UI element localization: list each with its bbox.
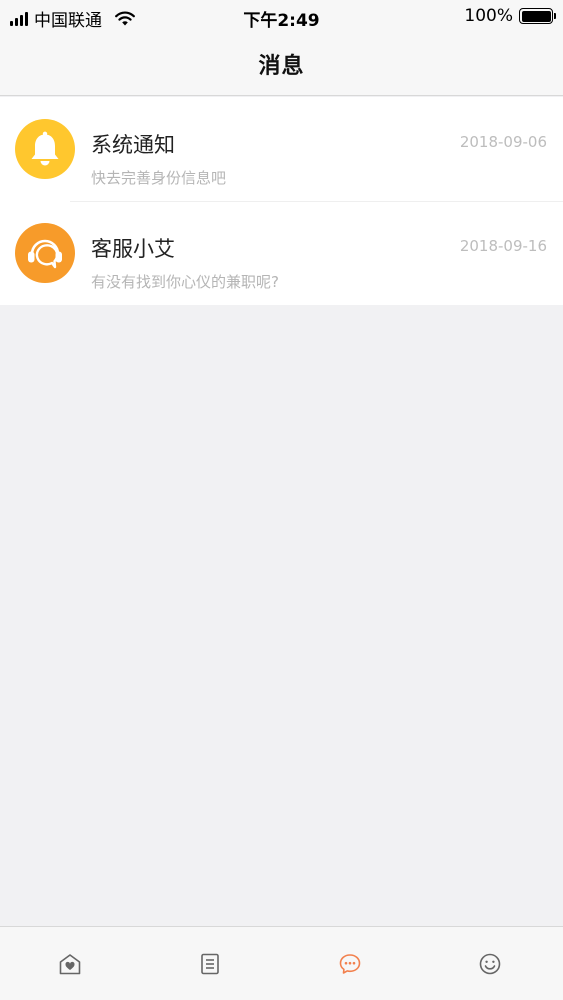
document-icon	[197, 951, 223, 977]
message-item-customer-service[interactable]: 客服小艾 有没有找到你心仪的兼职呢? 2018-09-16	[0, 201, 563, 305]
message-date: 2018-09-16	[459, 237, 547, 255]
tab-documents[interactable]	[140, 927, 280, 1000]
tab-profile[interactable]	[420, 927, 560, 1000]
customer-service-avatar	[15, 223, 75, 283]
battery-icon	[519, 8, 556, 24]
messages-screen: 中国联通 下午2:49 100% 消息 系统通知 快去完善身份信息吧 2018-…	[0, 0, 563, 1000]
message-preview: 有没有找到你心仪的兼职呢?	[91, 273, 279, 291]
tab-messages[interactable]	[280, 927, 420, 1000]
message-title: 客服小艾	[91, 237, 175, 261]
nav-bar: 消息	[0, 32, 563, 96]
tab-bar	[0, 926, 563, 1000]
message-list: 系统通知 快去完善身份信息吧 2018-09-06 客服小艾 有没有找到你心仪的…	[0, 97, 563, 305]
status-bar: 中国联通 下午2:49 100%	[0, 0, 563, 32]
message-preview: 快去完善身份信息吧	[91, 169, 227, 187]
status-right: 100%	[464, 6, 556, 26]
headset-icon	[25, 234, 65, 272]
bell-icon	[28, 130, 62, 168]
message-icon	[337, 951, 363, 977]
message-item-system-notice[interactable]: 系统通知 快去完善身份信息吧 2018-09-06	[0, 97, 563, 201]
message-date: 2018-09-06	[459, 133, 547, 151]
battery-fill	[521, 10, 551, 22]
home-icon	[57, 951, 83, 977]
profile-smile-icon	[477, 951, 503, 977]
system-notice-avatar	[15, 119, 75, 179]
battery-percent: 100%	[464, 6, 513, 26]
tab-home[interactable]	[0, 927, 140, 1000]
page-title: 消息	[258, 53, 305, 79]
message-title: 系统通知	[91, 133, 175, 157]
